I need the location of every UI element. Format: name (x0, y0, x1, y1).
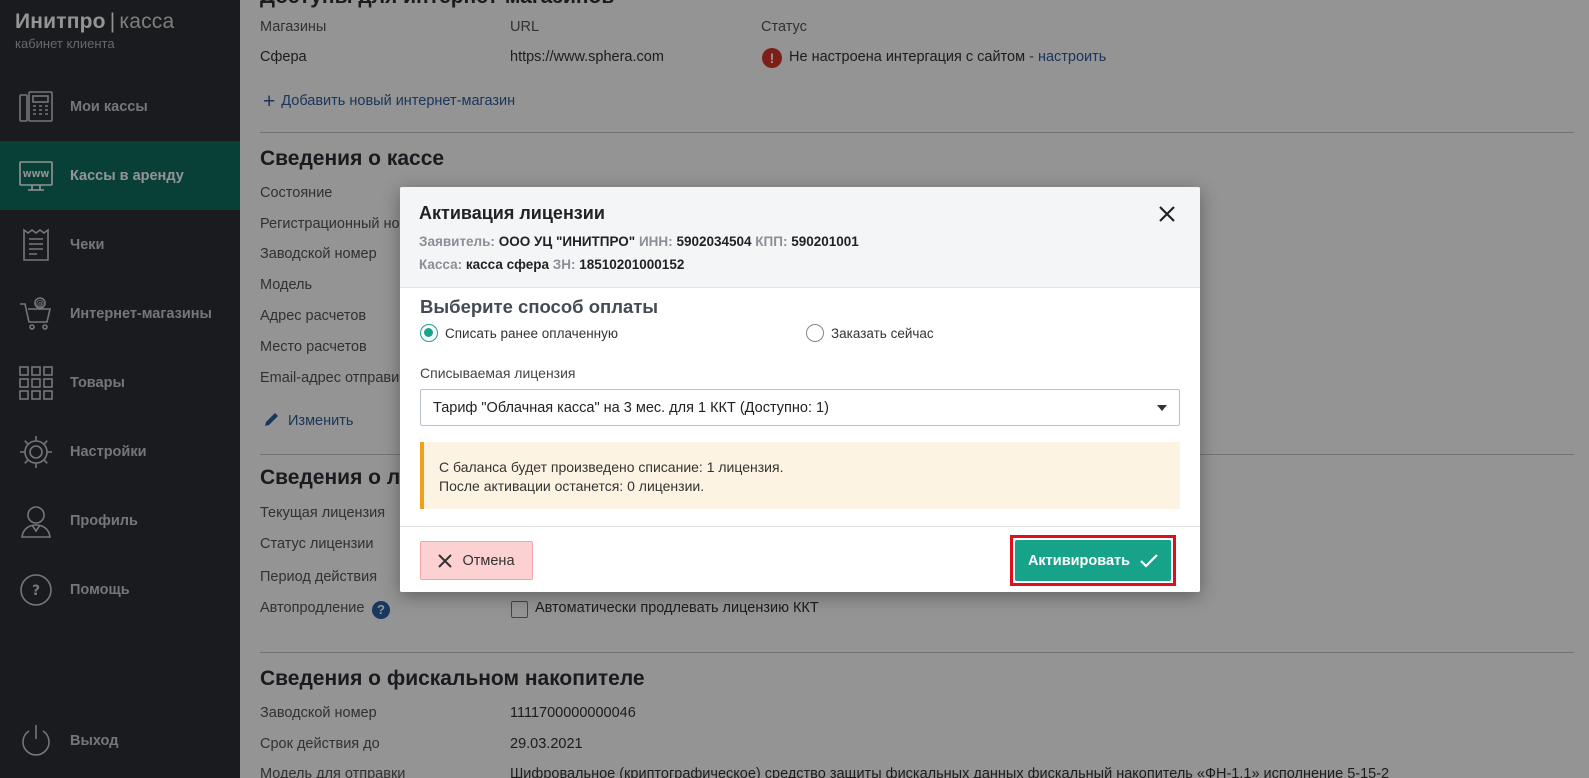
modal-header: Активация лицензии Заявитель: ООО УЦ "ИН… (400, 187, 1200, 288)
cancel-button[interactable]: Отмена (420, 541, 533, 580)
cancel-label: Отмена (462, 552, 515, 569)
activate-label: Активировать (1027, 552, 1131, 569)
applicant-info: Заявитель: ООО УЦ "ИНИТПРО" ИНН: 5902034… (419, 234, 859, 249)
radio-order-now[interactable] (806, 324, 824, 342)
kassa-label: Касса: (419, 257, 463, 272)
license-activation-dialog: Активация лицензии Заявитель: ООО УЦ "ИН… (400, 187, 1200, 592)
zn-value: 18510201000152 (579, 257, 685, 272)
close-icon (438, 553, 453, 568)
radio-prepaid[interactable] (420, 324, 438, 342)
kpp-value: 590201001 (791, 234, 859, 249)
kassa-value: касса сфера (465, 257, 549, 272)
applicant-value: ООО УЦ "ИНИТПРО" (498, 234, 636, 249)
zn-label: ЗН: (552, 257, 576, 272)
kassa-info: Касса: касса сфера ЗН: 18510201000152 (419, 257, 684, 272)
modal-title: Активация лицензии (419, 203, 605, 223)
license-select-value: Тариф "Облачная касса" на 3 мес. для 1 К… (433, 400, 829, 416)
modal-footer: Отмена Активировать (400, 526, 1200, 592)
inn-value: 5902034504 (676, 234, 752, 249)
kpp-label: КПП: (755, 234, 788, 249)
license-select[interactable]: Тариф "Облачная касса" на 3 мес. для 1 К… (420, 389, 1180, 426)
radio-prepaid-label[interactable]: Списать ранее оплаченную (445, 326, 618, 341)
inn-label: ИНН: (638, 234, 673, 249)
chevron-down-icon (1157, 405, 1167, 411)
license-field-label: Списываемая лицензия (420, 365, 576, 381)
notice-line: После активации останется: 0 лицензии. (439, 478, 705, 494)
close-icon (1158, 205, 1176, 223)
close-button[interactable] (1152, 199, 1182, 229)
radio-order-now-label[interactable]: Заказать сейчас (831, 326, 934, 341)
payment-method-title: Выберите способ оплаты (420, 296, 659, 317)
balance-notice: С баланса будет произведено списание: 1 … (420, 442, 1180, 509)
checkmark-icon (1140, 553, 1158, 568)
notice-line: С баланса будет произведено списание: 1 … (439, 459, 784, 475)
activate-button[interactable]: Активировать (1015, 540, 1171, 581)
applicant-label: Заявитель: (419, 234, 495, 249)
